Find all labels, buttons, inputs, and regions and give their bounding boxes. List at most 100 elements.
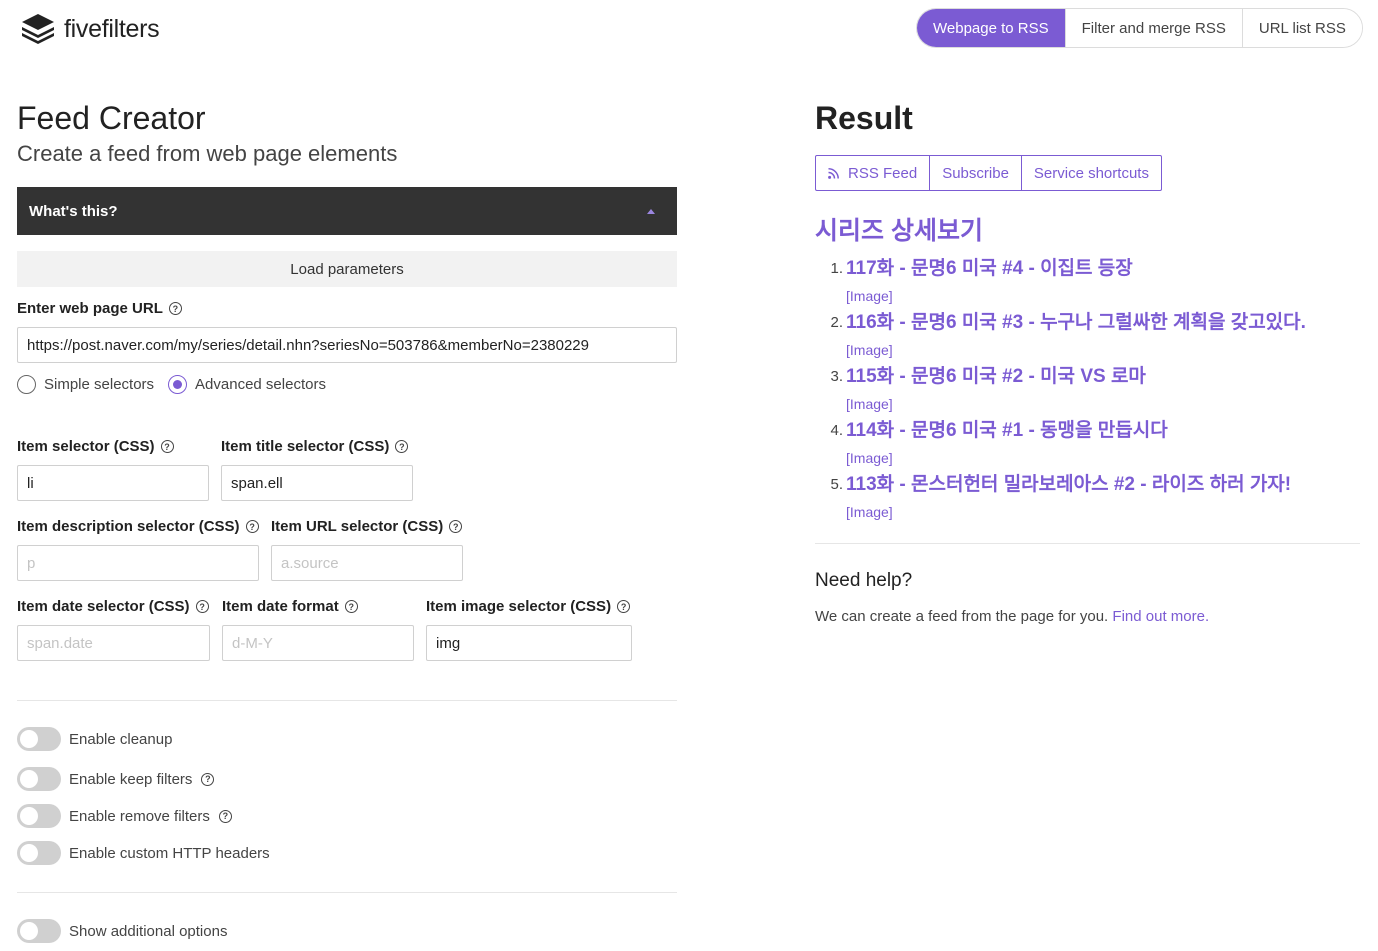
toggle-switch[interactable] bbox=[17, 841, 61, 865]
help-icon[interactable]: ? bbox=[201, 772, 215, 786]
toggle-switch[interactable] bbox=[17, 727, 61, 751]
item-title-field: Item title selector (CSS) ? bbox=[221, 438, 413, 501]
item-date-label: Item date selector (CSS) ? bbox=[17, 598, 210, 615]
help-icon[interactable]: ? bbox=[245, 520, 259, 533]
help-icon[interactable]: ? bbox=[449, 520, 463, 533]
whats-this-accordion[interactable]: What's this? bbox=[17, 187, 677, 235]
item-title-input[interactable] bbox=[221, 465, 413, 501]
item-number: 4. bbox=[830, 422, 843, 439]
load-parameters-button[interactable]: Load parameters bbox=[17, 251, 677, 287]
toggle-show-additional-options[interactable]: Show additional options bbox=[17, 919, 227, 943]
item-description-input[interactable] bbox=[17, 545, 259, 581]
help-icon[interactable]: ? bbox=[395, 440, 409, 453]
item-image-link[interactable]: [Image] bbox=[846, 283, 1360, 309]
toggle-custom-headers-label: Enable custom HTTP headers bbox=[69, 844, 270, 862]
nav-url-list-rss[interactable]: URL list RSS bbox=[1241, 9, 1362, 47]
toggle-switch[interactable] bbox=[17, 804, 61, 828]
rss-icon bbox=[828, 167, 839, 179]
item-image-link[interactable]: [Image] bbox=[846, 391, 1360, 417]
list-item: 4. 114화 - 문명6 미국 #1 - 동맹을 만듭시다 [Image] bbox=[815, 417, 1360, 471]
service-shortcuts-button[interactable]: Service shortcuts bbox=[1020, 156, 1161, 190]
item-image-link[interactable]: [Image] bbox=[846, 499, 1360, 525]
accordion-label: What's this? bbox=[29, 202, 118, 220]
item-title-link[interactable]: 114화 - 문명6 미국 #1 - 동맹을 만듭시다 bbox=[846, 417, 1360, 445]
rss-feed-button[interactable]: RSS Feed bbox=[816, 156, 929, 190]
help-icon[interactable]: ? bbox=[160, 440, 174, 453]
help-icon[interactable]: ? bbox=[195, 600, 209, 613]
help-text: We can create a feed from the page for y… bbox=[815, 608, 1109, 625]
item-title-label: Item title selector (CSS) ? bbox=[221, 438, 413, 455]
feed-creator-panel: Feed Creator Create a feed from web page… bbox=[17, 100, 677, 943]
radio-simple-selectors[interactable]: Simple selectors bbox=[17, 375, 154, 394]
toggle-switch[interactable] bbox=[17, 919, 61, 943]
result-panel: Result RSS Feed Subscribe Service shortc… bbox=[815, 100, 1360, 625]
item-title-link[interactable]: 116화 - 문명6 미국 #3 - 누구나 그럴싸한 계획을 갖고있다. bbox=[846, 309, 1360, 337]
need-help-heading: Need help? bbox=[815, 570, 913, 591]
item-date-format-field: Item date format ? bbox=[222, 598, 414, 661]
item-url-label: Item URL selector (CSS) ? bbox=[271, 518, 463, 535]
item-date-format-input[interactable] bbox=[222, 625, 414, 661]
item-selector-input[interactable] bbox=[17, 465, 209, 501]
item-image-label-text: Item image selector (CSS) bbox=[426, 598, 612, 615]
toggle-enable-cleanup[interactable]: Enable cleanup bbox=[17, 727, 172, 751]
subscribe-button[interactable]: Subscribe bbox=[929, 156, 1021, 190]
item-date-input[interactable] bbox=[17, 625, 210, 661]
radio-advanced-selectors[interactable]: Advanced selectors bbox=[168, 375, 326, 394]
item-image-label: Item image selector (CSS) ? bbox=[426, 598, 632, 615]
item-number: 3. bbox=[830, 368, 843, 385]
section-divider bbox=[17, 700, 677, 701]
url-label-text: Enter web page URL bbox=[17, 300, 163, 317]
url-field-label: Enter web page URL ? bbox=[17, 300, 677, 317]
radio-unchecked-icon bbox=[17, 375, 36, 394]
help-icon[interactable]: ? bbox=[617, 600, 631, 613]
item-image-link[interactable]: [Image] bbox=[846, 337, 1360, 363]
list-item: 5. 113화 - 몬스터헌터 밀라보레아스 #2 - 라이즈 하러 가자! [… bbox=[815, 471, 1360, 525]
section-divider bbox=[815, 543, 1360, 544]
result-button-group: RSS Feed Subscribe Service shortcuts bbox=[815, 155, 1162, 191]
help-icon[interactable]: ? bbox=[168, 302, 182, 315]
item-image-input[interactable] bbox=[426, 625, 632, 661]
item-url-label-text: Item URL selector (CSS) bbox=[271, 518, 444, 535]
item-image-link[interactable]: [Image] bbox=[846, 445, 1360, 471]
feed-title-link[interactable]: 시리즈 상세보기 bbox=[815, 211, 1360, 247]
toggle-switch[interactable] bbox=[17, 767, 61, 791]
list-item: 3. 115화 - 문명6 미국 #2 - 미국 VS 로마 [Image] bbox=[815, 363, 1360, 417]
list-item: 2. 116화 - 문명6 미국 #3 - 누구나 그럴싸한 계획을 갖고있다.… bbox=[815, 309, 1360, 363]
toggle-enable-remove-filters[interactable]: Enable remove filters ? bbox=[17, 804, 232, 828]
item-selector-label-text: Item selector (CSS) bbox=[17, 438, 155, 455]
brand-logo[interactable]: fivefilters bbox=[20, 12, 160, 46]
item-date-label-text: Item date selector (CSS) bbox=[17, 598, 190, 615]
item-title-link[interactable]: 117화 - 문명6 미국 #4 - 이집트 등장 bbox=[846, 255, 1360, 283]
toggle-enable-keep-filters[interactable]: Enable keep filters ? bbox=[17, 767, 215, 791]
selector-mode: Simple selectors Advanced selectors bbox=[17, 375, 677, 394]
rss-feed-label: RSS Feed bbox=[848, 164, 918, 182]
item-description-label: Item description selector (CSS) ? bbox=[17, 518, 259, 535]
result-title: Result bbox=[815, 100, 913, 136]
item-title-link[interactable]: 113화 - 몬스터헌터 밀라보레아스 #2 - 라이즈 하러 가자! bbox=[846, 471, 1360, 499]
page-title: Feed Creator bbox=[17, 100, 206, 136]
item-date-format-label-text: Item date format bbox=[222, 598, 339, 615]
item-title-label-text: Item title selector (CSS) bbox=[221, 438, 390, 455]
toggle-remove-filters-label: Enable remove filters bbox=[69, 807, 210, 825]
item-number: 1. bbox=[830, 260, 843, 277]
page-subtitle: Create a feed from web page elements bbox=[17, 141, 398, 166]
help-icon[interactable]: ? bbox=[344, 600, 358, 613]
help-icon[interactable]: ? bbox=[218, 809, 232, 823]
item-date-field: Item date selector (CSS) ? bbox=[17, 598, 210, 661]
url-input[interactable] bbox=[17, 327, 677, 363]
nav-webpage-to-rss[interactable]: Webpage to RSS bbox=[917, 9, 1065, 47]
item-selector-field: Item selector (CSS) ? bbox=[17, 438, 209, 501]
item-description-field: Item description selector (CSS) ? bbox=[17, 518, 259, 581]
toggle-cleanup-label: Enable cleanup bbox=[69, 730, 173, 748]
section-divider bbox=[17, 892, 677, 893]
item-title-link[interactable]: 115화 - 문명6 미국 #2 - 미국 VS 로마 bbox=[846, 363, 1360, 391]
brand-name: fivefilters bbox=[64, 14, 160, 43]
item-url-input[interactable] bbox=[271, 545, 463, 581]
item-number: 2. bbox=[830, 314, 843, 331]
item-image-field: Item image selector (CSS) ? bbox=[426, 598, 632, 661]
find-out-more-link[interactable]: Find out more. bbox=[1112, 608, 1209, 625]
help-paragraph: We can create a feed from the page for y… bbox=[815, 608, 1360, 625]
toggle-enable-custom-headers[interactable]: Enable custom HTTP headers bbox=[17, 841, 270, 865]
nav-filter-merge-rss[interactable]: Filter and merge RSS bbox=[1064, 9, 1242, 47]
radio-advanced-label: Advanced selectors bbox=[195, 376, 326, 393]
